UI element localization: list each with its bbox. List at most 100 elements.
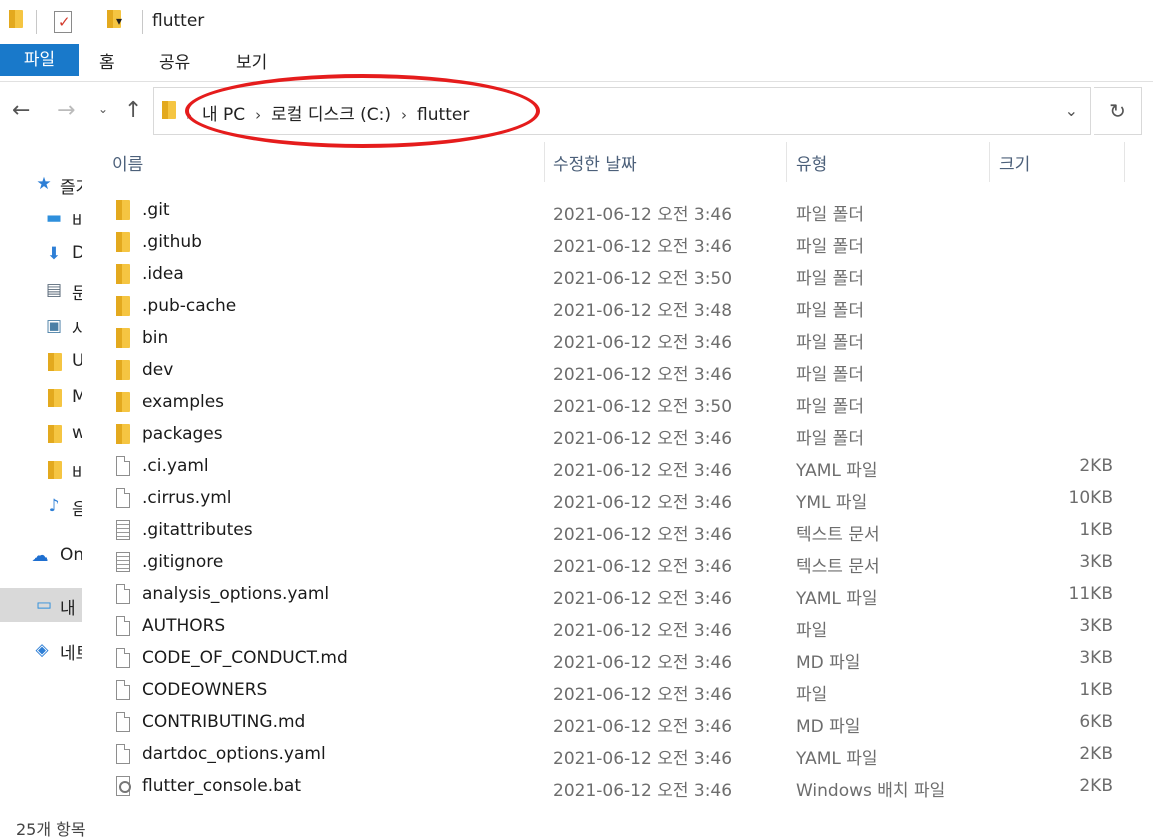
column-divider[interactable] <box>786 142 787 182</box>
table-row[interactable]: dartdoc_options.yaml 2021-06-12 오전 3:46 YA… <box>82 738 1153 770</box>
file-type: YAML 파일 <box>796 589 878 609</box>
ribbon-tabs: 파일 홈 공유 보기 <box>0 44 1153 82</box>
file-date: 2021-06-12 오전 3:46 <box>553 621 733 641</box>
sidebar-item[interactable]: ▭ 내 PC <box>0 588 82 622</box>
breadcrumb-chevron-icon[interactable]: › <box>186 106 192 124</box>
tab-home[interactable]: 홈 <box>99 48 115 73</box>
cloud-icon: ☁ <box>31 546 49 566</box>
table-row[interactable]: .ci.yaml 2021-06-12 오전 3:46 YAML 파일 2KB <box>82 450 1153 482</box>
tab-share[interactable]: 공유 <box>159 48 190 73</box>
breadcrumb-local-disk[interactable]: 로컬 디스크 (C:) <box>271 105 391 125</box>
file-size: 11KB <box>1068 584 1113 604</box>
breadcrumb-flutter[interactable]: flutter <box>417 105 469 125</box>
recent-locations-chevron-icon[interactable]: ⌄ <box>98 102 108 116</box>
table-row[interactable]: .git 2021-06-12 오전 3:46 파일 폴더 <box>82 194 1153 226</box>
back-arrow-icon[interactable]: ← <box>12 97 30 125</box>
up-arrow-icon[interactable]: ↑ <box>124 97 142 125</box>
file-date: 2021-06-12 오전 3:48 <box>553 301 733 321</box>
file-name: .cirrus.yml <box>142 488 232 508</box>
sidebar-item[interactable]: work <box>0 420 82 448</box>
table-row[interactable]: .gitignore 2021-06-12 오전 3:46 텍스트 문서 3KB <box>82 546 1153 578</box>
file-date: 2021-06-12 오전 3:46 <box>553 525 733 545</box>
column-header-name[interactable]: 이름 <box>112 150 143 175</box>
sidebar-item[interactable]: ♪ 음악 <box>0 492 82 520</box>
file-name: .idea <box>142 264 184 284</box>
sidebar-item[interactable]: ◈ 네트워크 <box>0 636 82 664</box>
file-type: 파일 폴더 <box>796 237 864 257</box>
table-row[interactable]: .gitattributes 2021-06-12 오전 3:46 텍스트 문서 1K… <box>82 514 1153 546</box>
text-file-icon <box>116 520 130 540</box>
table-row[interactable]: examples 2021-06-12 오전 3:50 파일 폴더 <box>82 386 1153 418</box>
sidebar-item[interactable]: ▤ 문서 <box>0 276 82 304</box>
table-row[interactable]: .cirrus.yml 2021-06-12 오전 3:46 YML 파일 10KB <box>82 482 1153 514</box>
table-row-partial[interactable] <box>112 803 692 812</box>
sidebar-item[interactable]: 바탕 <box>0 456 82 484</box>
sidebar-item-label: 음악 <box>72 500 82 520</box>
sidebar-item-label: My <box>72 387 82 407</box>
column-headers: ^ 이름 수정한 날짜 유형 크기 <box>82 142 1153 182</box>
properties-icon[interactable]: ✓ <box>54 11 72 33</box>
forward-arrow-icon[interactable]: → <box>57 97 75 125</box>
folder-icon <box>116 296 130 316</box>
file-name: examples <box>142 392 225 412</box>
column-divider[interactable] <box>1124 142 1125 182</box>
table-row[interactable]: dev 2021-06-12 오전 3:46 파일 폴더 <box>82 354 1153 386</box>
folder-icon <box>116 360 130 380</box>
table-row[interactable]: AUTHORS 2021-06-12 오전 3:46 파일 3KB <box>82 610 1153 642</box>
folder-icon[interactable] <box>9 10 23 28</box>
column-header-size[interactable]: 크기 <box>999 150 1030 175</box>
sidebar-item[interactable]: ☁ OneDrive <box>0 542 83 570</box>
table-row[interactable]: analysis_options.yaml 2021-06-12 오전 3:46 Y… <box>82 578 1153 610</box>
sidebar-item-label: 네트워크 <box>60 644 82 664</box>
column-header-type[interactable]: 유형 <box>796 150 827 175</box>
column-header-date[interactable]: 수정한 날짜 <box>553 150 637 175</box>
text-file-icon <box>116 552 130 572</box>
item-count: 25개 항목 <box>16 820 86 838</box>
sidebar-item-label: 내 PC <box>60 599 82 619</box>
file-size: 2KB <box>1079 456 1113 476</box>
sidebar-item[interactable]: Users <box>0 348 82 376</box>
file-size: 3KB <box>1079 648 1113 668</box>
sidebar-item[interactable]: ★ 즐겨찾기 <box>0 170 82 198</box>
table-row[interactable]: .github 2021-06-12 오전 3:46 파일 폴더 <box>82 226 1153 258</box>
column-divider[interactable] <box>544 142 545 182</box>
table-row[interactable]: .idea 2021-06-12 오전 3:50 파일 폴더 <box>82 258 1153 290</box>
table-row[interactable]: .pub-cache 2021-06-12 오전 3:48 파일 폴더 <box>82 290 1153 322</box>
file-type: 파일 폴더 <box>796 205 864 225</box>
folder-icon <box>116 200 130 220</box>
quick-access-dropdown-icon[interactable]: ▾ <box>116 14 122 28</box>
table-row[interactable]: CODE_OF_CONDUCT.md 2021-06-12 오전 3:46 MD 파… <box>82 642 1153 674</box>
sidebar-item[interactable]: ▬ 바탕 화면 <box>0 204 82 232</box>
sidebar-item[interactable]: ▣ 사진 <box>0 312 82 340</box>
sidebar-item[interactable]: ⬇ Downloads <box>0 240 82 268</box>
breadcrumb-chevron-icon[interactable]: › <box>401 106 407 124</box>
file-name: .github <box>142 232 202 252</box>
table-row[interactable]: CONTRIBUTING.md 2021-06-12 오전 3:46 MD 파일 6K… <box>82 706 1153 738</box>
toolbar-divider <box>36 10 37 34</box>
refresh-button[interactable]: ↻ <box>1094 87 1142 135</box>
status-bar: 25개 항목 <box>0 812 1153 838</box>
breadcrumb-chevron-icon[interactable]: › <box>255 106 261 124</box>
sidebar-item-label: 바탕 <box>72 464 82 484</box>
file-type: YML 파일 <box>796 493 868 513</box>
file-type: MD 파일 <box>796 717 861 737</box>
tab-file[interactable]: 파일 <box>0 44 79 76</box>
file-date: 2021-06-12 오전 3:46 <box>553 205 733 225</box>
tab-view[interactable]: 보기 <box>236 48 267 73</box>
breadcrumb-this-pc[interactable]: 내 PC <box>202 105 245 125</box>
address-dropdown-icon[interactable]: ⌄ <box>1065 101 1078 120</box>
table-row[interactable]: CODEOWNERS 2021-06-12 오전 3:46 파일 1KB <box>82 674 1153 706</box>
folder-icon <box>116 264 130 284</box>
address-bar[interactable]: › 내 PC › 로컬 디스크 (C:) › flutter ⌄ <box>153 87 1091 135</box>
file-name: CODEOWNERS <box>142 680 268 700</box>
sidebar-item[interactable]: My <box>0 384 82 412</box>
file-size: 2KB <box>1079 744 1113 764</box>
folder-icon <box>116 232 130 252</box>
table-row[interactable]: packages 2021-06-12 오전 3:46 파일 폴더 <box>82 418 1153 450</box>
column-divider[interactable] <box>989 142 990 182</box>
table-row[interactable]: flutter_console.bat 2021-06-12 오전 3:46 Win… <box>82 770 1153 802</box>
table-row[interactable]: bin 2021-06-12 오전 3:46 파일 폴더 <box>82 322 1153 354</box>
file-size: 1KB <box>1079 680 1113 700</box>
file-type: 파일 폴더 <box>796 333 864 353</box>
file-size: 1KB <box>1079 520 1113 540</box>
